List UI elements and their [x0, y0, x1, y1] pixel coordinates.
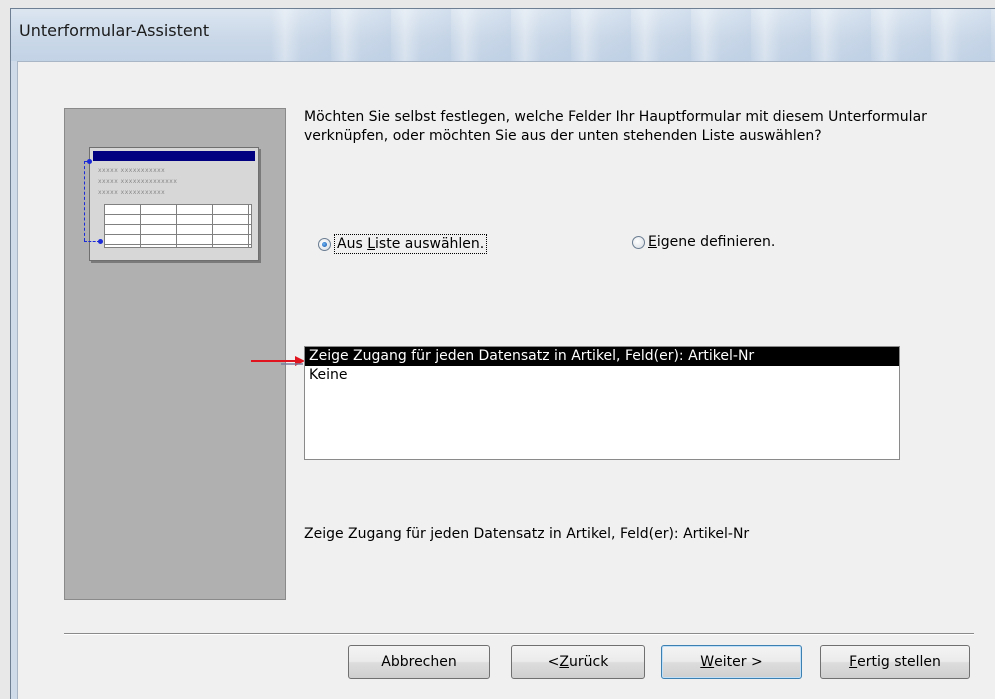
option-from-list[interactable]: Aus Liste auswählen.: [318, 234, 488, 254]
button-separator: [64, 633, 974, 635]
list-item[interactable]: Zeige Zugang für jeden Datensatz in Arti…: [305, 347, 899, 366]
title-bar-glass: [271, 9, 995, 61]
radio-from-list[interactable]: [318, 237, 331, 251]
wizard-side-panel: xxxxx xxxxxxxxxxx xxxxx xxxxxxxxxxxxxx x…: [64, 108, 286, 600]
option-define-custom-label: Eigene definieren.: [648, 234, 776, 250]
preview-field-line: xxxxx xxxxxxxxxxx: [98, 189, 166, 196]
option-define-custom[interactable]: Eigene definieren.: [632, 234, 775, 250]
preview-subform-table: [104, 204, 252, 248]
next-button[interactable]: Weiter >: [661, 645, 802, 679]
preview-field-line: xxxxx xxxxxxxxxxx: [98, 167, 166, 174]
wizard-question: Möchten Sie selbst festlegen, welche Fel…: [304, 109, 927, 144]
selected-link-description: Zeige Zugang für jeden Datensatz in Arti…: [304, 526, 750, 542]
radio-define-custom[interactable]: [632, 235, 645, 249]
back-button[interactable]: < Zurück: [511, 645, 645, 679]
link-dot-icon: [98, 239, 103, 244]
link-options-listbox[interactable]: Zeige Zugang für jeden Datensatz in Arti…: [304, 346, 900, 460]
cancel-button[interactable]: Abbrechen: [348, 645, 490, 679]
window-title: Unterformular-Assistent: [19, 21, 210, 40]
finish-button[interactable]: Fertig stellen: [820, 645, 970, 679]
red-arrow-icon: [251, 356, 305, 366]
wizard-window: Unterformular-Assistent xxxxx xxxxxxxxxx…: [10, 8, 995, 699]
preview-field-line: xxxxx xxxxxxxxxxxxxx: [98, 178, 178, 185]
list-item[interactable]: Keine: [305, 366, 899, 385]
form-preview-illustration: xxxxx xxxxxxxxxxx xxxxx xxxxxxxxxxxxxx x…: [89, 147, 259, 261]
link-dot-icon: [87, 159, 92, 164]
link-connector-vertical: [84, 161, 85, 241]
preview-form-header: [93, 151, 255, 161]
option-from-list-label: Aus Liste auswählen.: [334, 234, 488, 254]
wizard-client-area: xxxxx xxxxxxxxxxx xxxxx xxxxxxxxxxxxxx x…: [17, 61, 995, 699]
title-bar[interactable]: Unterformular-Assistent: [11, 9, 995, 61]
